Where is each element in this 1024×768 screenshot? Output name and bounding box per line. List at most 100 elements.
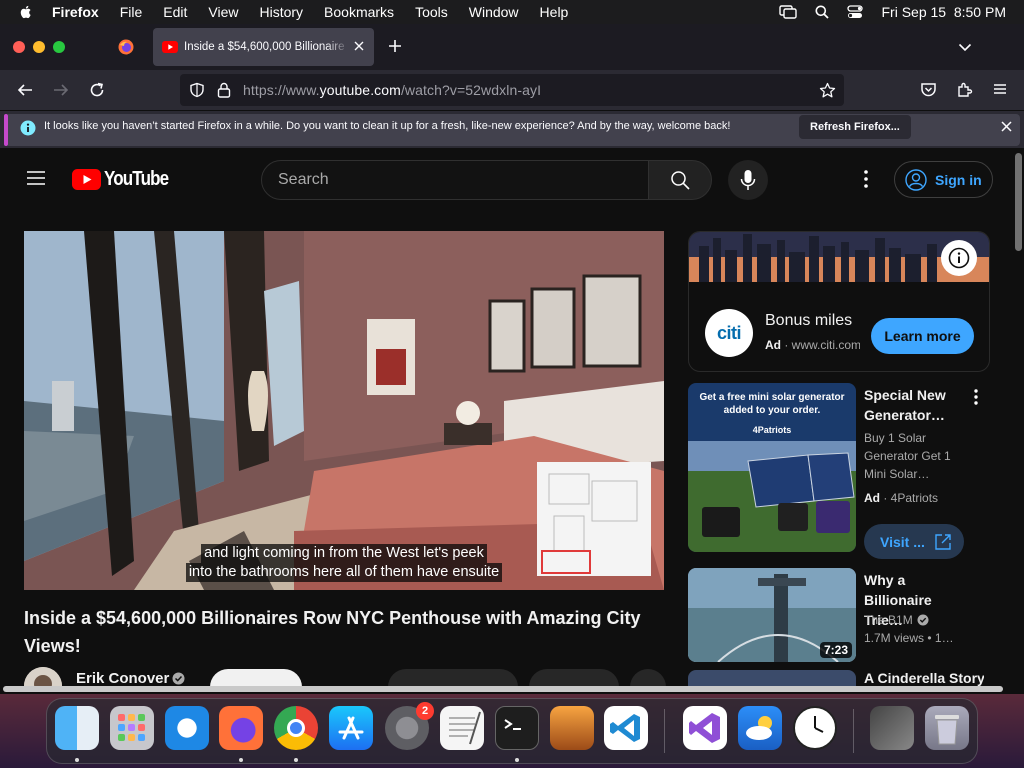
weather-icon[interactable] xyxy=(738,706,782,750)
tracking-protection-shield-icon[interactable] xyxy=(189,82,205,98)
new-tab-icon[interactable] xyxy=(387,38,403,54)
more-options-icon[interactable] xyxy=(972,388,980,406)
channel-name-row: The B1M xyxy=(864,613,929,627)
youtube-wordmark: YouTube xyxy=(104,168,169,190)
search-input[interactable]: Search xyxy=(261,160,649,200)
list-all-tabs-icon[interactable] xyxy=(958,40,972,54)
recommended-video[interactable]: 7:23 Why a Billionaire Trie… The B1M 1.7… xyxy=(688,568,990,662)
clock-icon[interactable] xyxy=(793,706,837,750)
youtube-masthead: YouTube Search Sign in xyxy=(0,149,1012,209)
firefox-view-tab-icon[interactable] xyxy=(118,39,134,55)
guide-menu-icon[interactable] xyxy=(26,170,46,186)
app-menu-hamburger-icon[interactable] xyxy=(992,81,1008,97)
search-button[interactable] xyxy=(648,160,712,200)
dock-separator xyxy=(664,709,665,753)
citi-ad-card[interactable]: citi Bonus miles Ad · www.citi.com Learn… xyxy=(688,231,990,372)
chrome-running-indicator xyxy=(294,758,298,762)
apple-logo-icon[interactable] xyxy=(18,4,34,20)
vertical-scrollbar[interactable] xyxy=(1013,149,1024,689)
menu-view[interactable]: View xyxy=(208,4,238,20)
forward-arrow-icon[interactable] xyxy=(52,81,70,99)
ad-thumbnail[interactable]: Get a free mini solar generator added to… xyxy=(688,383,856,552)
firefox-tab-strip: Inside a $54,600,000 Billionaire xyxy=(0,24,1024,70)
menu-tools[interactable]: Tools xyxy=(415,4,448,20)
ad-title: Bonus miles xyxy=(765,312,853,329)
video-frame-image xyxy=(24,231,664,590)
app-store-icon[interactable] xyxy=(329,706,373,750)
notification-message: It looks like you haven’t started Firefo… xyxy=(44,120,731,132)
close-tab-icon[interactable] xyxy=(353,40,365,52)
horizontal-scrollbar-thumb[interactable] xyxy=(3,686,1003,692)
finder-icon[interactable] xyxy=(55,706,99,750)
extensions-puzzle-icon[interactable] xyxy=(956,81,973,98)
trash-icon[interactable] xyxy=(925,706,969,750)
menu-history[interactable]: History xyxy=(259,4,303,20)
video-duration: 7:23 xyxy=(819,642,852,658)
settings-kebab-icon[interactable] xyxy=(856,168,876,190)
youtube-logo[interactable]: YouTube xyxy=(72,168,180,191)
reload-icon[interactable] xyxy=(88,81,106,99)
solar-generator-ad[interactable]: Get a free mini solar generator added to… xyxy=(688,383,990,559)
sign-in-button[interactable]: Sign in xyxy=(894,161,993,198)
info-icon xyxy=(20,120,36,136)
menu-edit[interactable]: Edit xyxy=(163,4,187,20)
bookmark-star-icon[interactable] xyxy=(819,82,836,99)
menu-app-name[interactable]: Firefox xyxy=(52,4,99,20)
ad-title[interactable]: Special New Generator… xyxy=(864,385,964,425)
ad-info-button[interactable] xyxy=(941,240,977,276)
vscode-icon[interactable] xyxy=(604,706,648,750)
account-circle-icon xyxy=(905,168,927,191)
visual-studio-glyph-icon xyxy=(689,713,720,743)
sign-in-label: Sign in xyxy=(935,171,982,188)
firefox-running-indicator xyxy=(239,758,243,762)
visual-studio-icon[interactable] xyxy=(683,706,727,750)
dock-separator xyxy=(853,709,854,753)
channel-name[interactable]: The B1M xyxy=(864,613,913,627)
visit-site-button[interactable]: Visit ... xyxy=(864,524,964,559)
active-tab[interactable]: Inside a $54,600,000 Billionaire xyxy=(153,28,374,66)
safari-icon[interactable] xyxy=(165,706,209,750)
vertical-scrollbar-thumb[interactable] xyxy=(1015,153,1022,251)
video-player[interactable]: and light coming in from the West let's … xyxy=(24,231,664,590)
control-center-icon[interactable] xyxy=(847,5,864,19)
spotlight-search-icon[interactable] xyxy=(815,5,830,19)
info-circle-icon xyxy=(948,247,970,269)
launchpad-icon[interactable] xyxy=(110,706,154,750)
terminal-icon[interactable] xyxy=(495,706,539,750)
garageband-icon[interactable] xyxy=(550,706,594,750)
video-thumbnail[interactable]: 7:23 xyxy=(688,568,856,662)
menu-bookmarks[interactable]: Bookmarks xyxy=(324,4,394,20)
menu-file[interactable]: File xyxy=(120,4,143,20)
menu-window[interactable]: Window xyxy=(469,4,519,20)
downloads-stack-icon[interactable] xyxy=(870,706,914,750)
weather-cloud-icon xyxy=(746,716,772,740)
window-zoom-button[interactable] xyxy=(53,41,65,53)
caption-line-1: and light coming in from the West let's … xyxy=(201,544,487,563)
close-notification-icon[interactable] xyxy=(1001,121,1012,132)
lock-icon[interactable] xyxy=(217,82,231,98)
youtube-favicon-icon xyxy=(162,41,178,53)
clock-face-icon xyxy=(814,716,824,733)
address-bar[interactable]: https://www.youtube.com/watch?v=52wdxln-… xyxy=(180,74,844,106)
menu-bar-clock[interactable]: Fri Sep 15 8:50 PM xyxy=(881,4,1006,20)
notification-badge: 2 xyxy=(416,702,434,720)
ad-thumbnail-headline-1: Get a free mini solar generator xyxy=(699,392,845,403)
terminal-prompt-icon xyxy=(504,719,521,730)
microphone-icon xyxy=(740,170,756,190)
refresh-firefox-button[interactable]: Refresh Firefox... xyxy=(799,115,911,139)
window-minimize-button[interactable] xyxy=(33,41,45,53)
firefox-icon[interactable] xyxy=(219,706,263,750)
learn-more-button[interactable]: Learn more xyxy=(871,318,974,354)
horizontal-scrollbar[interactable] xyxy=(0,684,1013,694)
pocket-icon[interactable] xyxy=(920,81,937,98)
terminal-running-indicator xyxy=(515,758,519,762)
ad-description: Buy 1 Solar Generator Get 1 Mini Solar… xyxy=(864,431,951,481)
voice-search-button[interactable] xyxy=(728,160,768,200)
back-arrow-icon[interactable] xyxy=(16,81,34,99)
chrome-icon[interactable] xyxy=(274,706,318,750)
window-close-button[interactable] xyxy=(13,41,25,53)
screen-mirroring-icon[interactable] xyxy=(779,5,798,19)
textedit-icon[interactable] xyxy=(440,706,484,750)
menu-help[interactable]: Help xyxy=(540,4,569,20)
url-text[interactable]: https://www.youtube.com/watch?v=52wdxln-… xyxy=(243,82,541,98)
